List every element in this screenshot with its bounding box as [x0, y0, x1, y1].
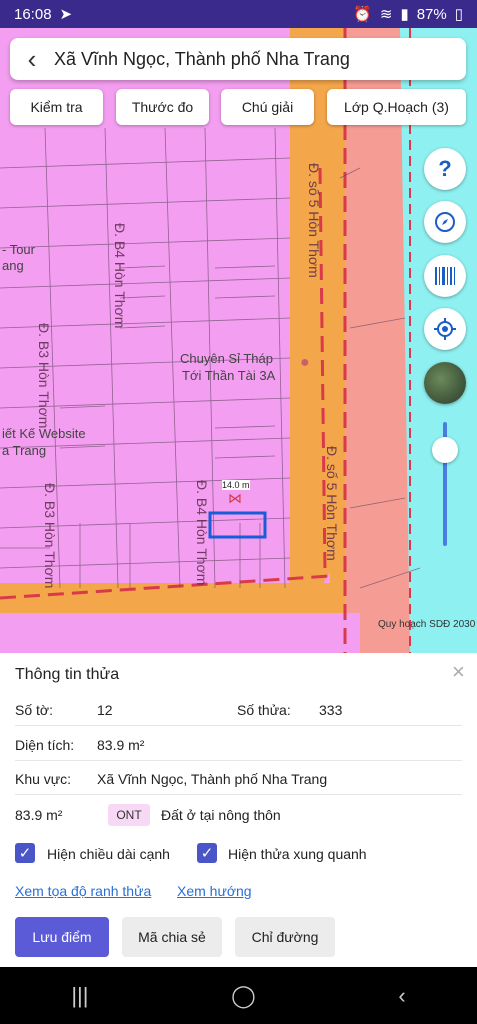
search-bar[interactable]: ‹ Xã Vĩnh Ngọc, Thành phố Nha Trang — [10, 38, 466, 80]
view-direction-link[interactable]: Xem hướng — [177, 883, 252, 899]
street-b4-top: Đ. B4 Hòn Thơm — [112, 223, 128, 329]
save-point-button[interactable]: Lưu điểm — [15, 917, 109, 957]
back-icon[interactable]: ‹ — [398, 983, 405, 1009]
barcode-icon[interactable] — [424, 255, 466, 297]
dien-tich-value: 83.9 m² — [97, 737, 145, 753]
poi-shop-line2: Tới Thần Tài 3A — [182, 368, 276, 383]
street-so5-top: Đ. số 5 Hòn Thơm — [306, 163, 322, 278]
parcel-marker-icon: ⋈ — [228, 490, 242, 506]
android-nav-bar: ||| ◯ ‹ — [0, 967, 477, 1024]
poi-tour-2: ang — [2, 258, 24, 273]
battery-icon: ▯ — [454, 6, 463, 23]
checkbox-surrounding-parcels[interactable]: ✓ — [197, 843, 217, 863]
land-code-badge: ONT — [108, 804, 150, 826]
divider — [15, 794, 462, 795]
street-so5-bottom: Đ. số 5 Hòn Thơm — [324, 446, 340, 561]
poi-web-line1: iết Kế Website — [2, 426, 86, 441]
poi-web-line2: a Trang — [2, 443, 47, 458]
share-code-button[interactable]: Mã chia sẻ — [122, 917, 222, 957]
chip-chu-giai[interactable]: Chú giải — [221, 89, 314, 125]
so-thua-label: Số thửa: — [237, 702, 291, 718]
checkbox-edge-length-label: Hiện chiều dài cạnh — [47, 846, 170, 862]
wifi-icon: ≋ — [379, 6, 393, 23]
opacity-slider-knob[interactable] — [432, 437, 458, 463]
so-to-value: 12 — [97, 702, 113, 718]
measure-label: 14.0 m — [222, 480, 250, 490]
satellite-layer-icon[interactable] — [424, 362, 466, 404]
dien-tich-label: Diện tích: — [15, 737, 75, 753]
directions-button[interactable]: Chỉ đường — [235, 917, 335, 957]
recent-apps-icon[interactable]: ||| — [71, 983, 88, 1009]
street-b3: Đ. B3 Hòn Thơm — [36, 323, 52, 429]
khu-vuc-label: Khu vực: — [15, 771, 72, 787]
compass-icon[interactable] — [424, 201, 466, 243]
status-bar: 16:08 ➤ ⏰ ≋ ▮ 87% ▯ — [0, 0, 477, 28]
poi-pin-icon: ● — [300, 354, 310, 371]
checkbox-edge-length[interactable]: ✓ — [15, 843, 35, 863]
telegram-icon: ➤ — [59, 6, 73, 23]
location-title: Xã Vĩnh Ngọc, Thành phố Nha Trang — [54, 48, 350, 69]
signal-icon: ▮ — [400, 6, 409, 23]
so-thua-value: 333 — [319, 702, 343, 718]
poi-shop-line1: Chuyên Sỉ Tháp — [180, 351, 273, 366]
divider — [15, 725, 462, 726]
khu-vuc-value: Xã Vĩnh Ngọc, Thành phố Nha Trang — [97, 771, 328, 787]
home-icon[interactable]: ◯ — [231, 983, 256, 1009]
sheet-title: Thông tin thửa — [15, 666, 120, 683]
chip-lop-quy-hoach[interactable]: Lớp Q.Hoạch (3) — [327, 89, 466, 125]
checkbox-surrounding-parcels-label: Hiện thửa xung quanh — [228, 846, 367, 862]
street-b3-lower: Đ. B3 Hòn Thơm — [42, 483, 58, 589]
status-time: 16:08 — [14, 5, 52, 23]
back-arrow-icon[interactable]: ‹ — [10, 44, 54, 75]
so-to-label: Số tờ: — [15, 702, 53, 718]
map-watermark: Quy hoạch SDĐ 2030 — [378, 619, 476, 630]
chip-thuoc-do[interactable]: Thước đo — [116, 89, 209, 125]
locate-icon[interactable] — [424, 308, 466, 350]
close-icon[interactable]: × — [452, 659, 465, 685]
alarm-icon: ⏰ — [353, 6, 372, 23]
chip-kiem-tra[interactable]: Kiểm tra — [10, 89, 103, 125]
street-b4-bottom: Đ. B4 Hòn Thơm — [194, 480, 210, 586]
view-coordinates-link[interactable]: Xem tọa độ ranh thửa — [15, 883, 151, 899]
land-description: Đất ở tại nông thôn — [161, 807, 281, 823]
area-value: 83.9 m² — [15, 807, 63, 823]
poi-tour: - Tour — [2, 242, 35, 257]
battery-text: 87% — [416, 5, 447, 23]
divider — [15, 760, 462, 761]
help-icon[interactable]: ? — [424, 148, 466, 190]
